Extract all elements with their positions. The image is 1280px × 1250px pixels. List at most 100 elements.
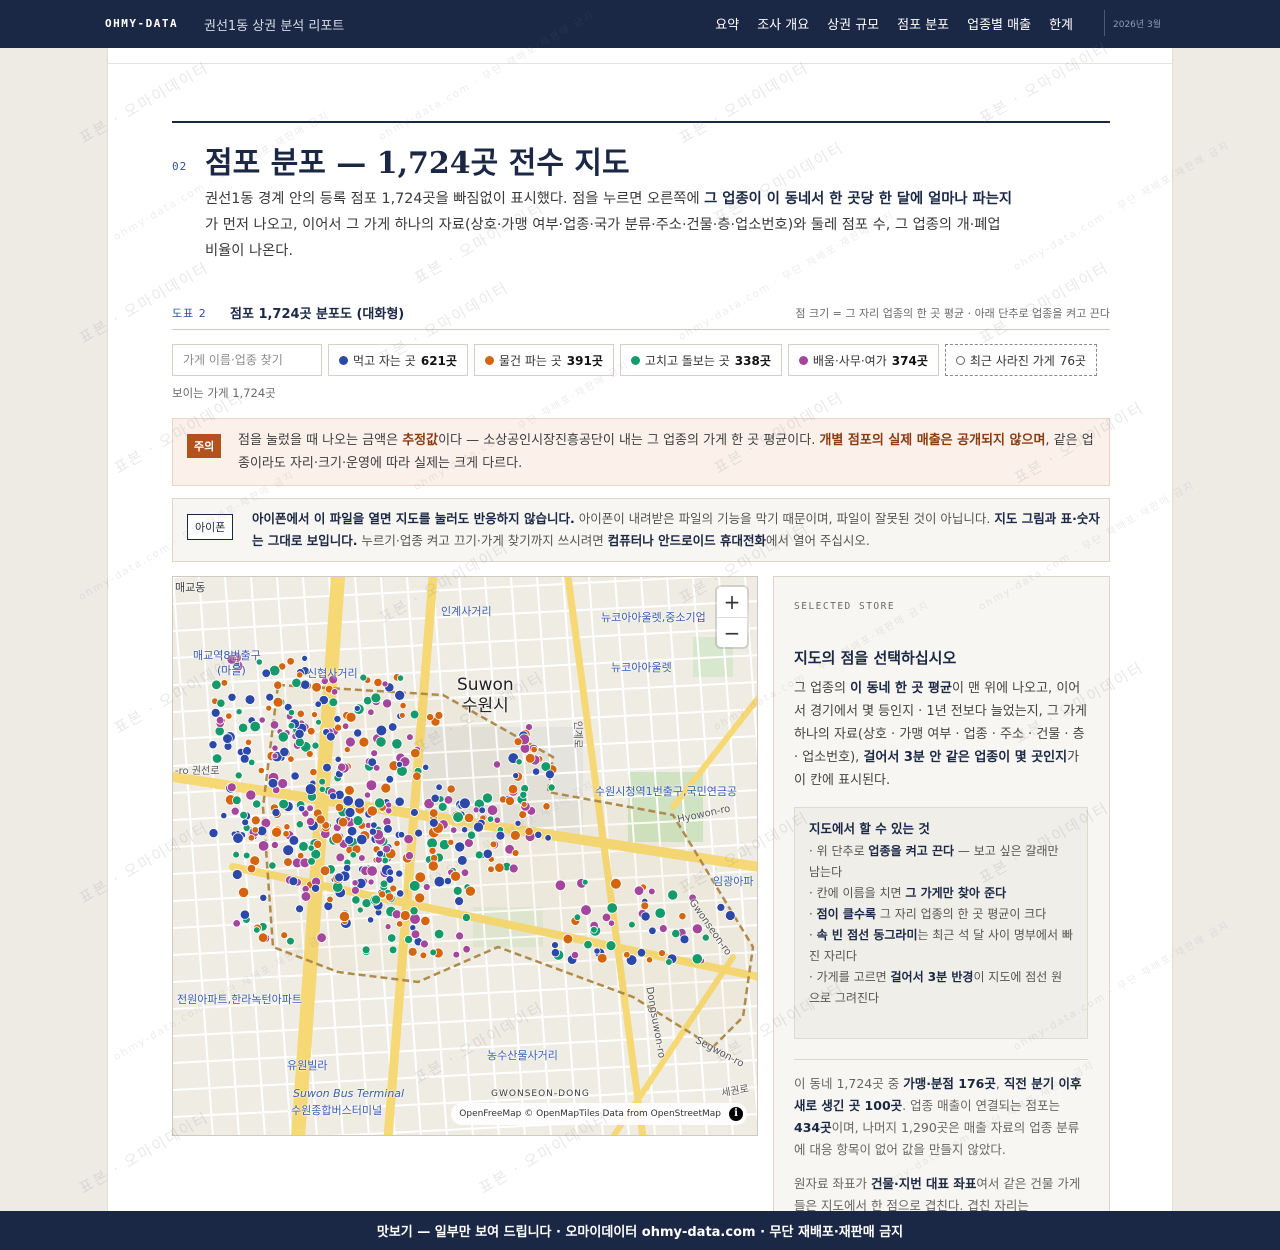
store-dot[interactable] — [235, 708, 243, 716]
store-dot[interactable] — [208, 828, 219, 839]
store-dot[interactable] — [376, 849, 385, 858]
store-dot[interactable] — [365, 779, 378, 792]
store-dot[interactable] — [384, 923, 392, 931]
store-dot[interactable] — [247, 834, 256, 842]
store-dot[interactable] — [239, 810, 248, 820]
store-dot[interactable] — [343, 863, 352, 873]
store-dot[interactable] — [605, 940, 617, 952]
store-dot[interactable] — [393, 839, 401, 847]
store-dot[interactable] — [454, 896, 465, 907]
store-dot[interactable] — [583, 939, 593, 950]
store-dot[interactable] — [277, 778, 289, 789]
store-dot[interactable] — [466, 830, 477, 840]
store-dot[interactable] — [407, 946, 418, 957]
store-dot[interactable] — [272, 696, 284, 708]
store-dot[interactable] — [394, 689, 406, 701]
store-dot[interactable] — [304, 783, 317, 796]
store-dot[interactable] — [385, 892, 395, 902]
store-dot[interactable] — [282, 844, 295, 857]
store-dot[interactable] — [518, 810, 528, 820]
store-dot[interactable] — [414, 892, 426, 904]
store-dot[interactable] — [232, 850, 240, 859]
store-dot[interactable] — [306, 804, 314, 813]
store-dot[interactable] — [375, 736, 387, 748]
store-dot[interactable] — [381, 856, 389, 865]
store-dot[interactable] — [623, 951, 631, 959]
store-dot[interactable] — [495, 830, 506, 841]
store-dot[interactable] — [410, 747, 421, 759]
store-dot[interactable] — [481, 792, 493, 804]
store-dot[interactable] — [249, 720, 261, 733]
store-dot[interactable] — [409, 906, 419, 916]
store-dot[interactable] — [226, 782, 237, 793]
store-dot[interactable] — [286, 936, 295, 946]
store-dot[interactable] — [215, 716, 225, 725]
store-dot[interactable] — [319, 865, 331, 877]
store-dot[interactable] — [273, 680, 283, 690]
store-dot[interactable] — [374, 797, 386, 809]
store-dot[interactable] — [220, 812, 228, 820]
store-dot[interactable] — [658, 949, 666, 958]
store-dot[interactable] — [385, 775, 395, 784]
store-dot[interactable] — [513, 737, 523, 747]
store-dot[interactable] — [296, 671, 304, 679]
store-dot[interactable] — [408, 880, 421, 892]
store-dot[interactable] — [397, 831, 406, 839]
store-dot[interactable] — [463, 838, 474, 848]
store-dot[interactable] — [310, 711, 318, 719]
store-dot[interactable] — [554, 879, 567, 892]
store-dot[interactable] — [410, 929, 421, 940]
store-dot[interactable] — [318, 785, 326, 793]
store-dot[interactable] — [367, 916, 375, 924]
store-dot[interactable] — [460, 826, 469, 834]
store-dot[interactable] — [450, 870, 462, 882]
store-dot[interactable] — [524, 826, 534, 836]
store-dot[interactable] — [283, 857, 293, 867]
store-dot[interactable] — [345, 711, 357, 723]
store-dot[interactable] — [368, 827, 377, 836]
store-dot[interactable] — [261, 668, 271, 679]
store-dot[interactable] — [280, 931, 289, 940]
store-dot[interactable] — [606, 902, 618, 914]
store-dot[interactable] — [231, 869, 243, 880]
store-dot[interactable] — [269, 720, 280, 730]
store-dot[interactable] — [462, 945, 471, 954]
store-dot[interactable] — [428, 808, 439, 818]
store-dot[interactable] — [437, 801, 448, 812]
store-dot[interactable] — [422, 763, 430, 771]
filter-chip-retail[interactable]: 물건 파는 곳 391곳 — [473, 344, 614, 376]
store-dot[interactable] — [534, 830, 543, 839]
store-dot[interactable] — [426, 713, 435, 722]
store-dot[interactable] — [382, 698, 393, 709]
store-dot[interactable] — [282, 830, 290, 838]
store-dot[interactable] — [246, 863, 257, 874]
store-dot[interactable] — [388, 945, 398, 955]
store-dot[interactable] — [428, 846, 437, 855]
store-dot[interactable] — [383, 824, 393, 834]
store-dot[interactable] — [366, 805, 378, 817]
store-dot[interactable] — [645, 956, 654, 964]
store-dot[interactable] — [231, 795, 242, 806]
store-dot[interactable] — [335, 852, 346, 863]
store-search-input[interactable] — [172, 344, 322, 376]
store-distribution-map[interactable]: Suwon 수원시 인계사거리 뉴코아아울렛,중소기업 뉴코아아울렛 매교역8번출… — [172, 576, 758, 1136]
store-dot[interactable] — [520, 800, 528, 808]
store-dot[interactable] — [328, 792, 337, 801]
store-dot[interactable] — [216, 698, 226, 708]
store-dot[interactable] — [268, 861, 277, 870]
store-dot[interactable] — [238, 722, 249, 733]
store-dot[interactable] — [633, 885, 645, 896]
store-dot[interactable] — [210, 707, 221, 718]
filter-chip-closed-stores[interactable]: 최근 사라진 가게 76곳 — [944, 344, 1098, 376]
store-dot[interactable] — [379, 879, 389, 889]
store-dot[interactable] — [412, 771, 422, 781]
store-dot[interactable] — [434, 710, 444, 720]
store-dot[interactable] — [371, 894, 382, 905]
store-dot[interactable] — [580, 904, 592, 916]
store-dot[interactable] — [241, 818, 250, 827]
store-dot[interactable] — [636, 948, 647, 958]
store-dot[interactable] — [511, 849, 520, 857]
filter-chip-repair-care[interactable]: 고치고 돌보는 곳 338곳 — [619, 344, 782, 376]
store-dot[interactable] — [544, 769, 555, 780]
store-dot[interactable] — [562, 933, 574, 945]
